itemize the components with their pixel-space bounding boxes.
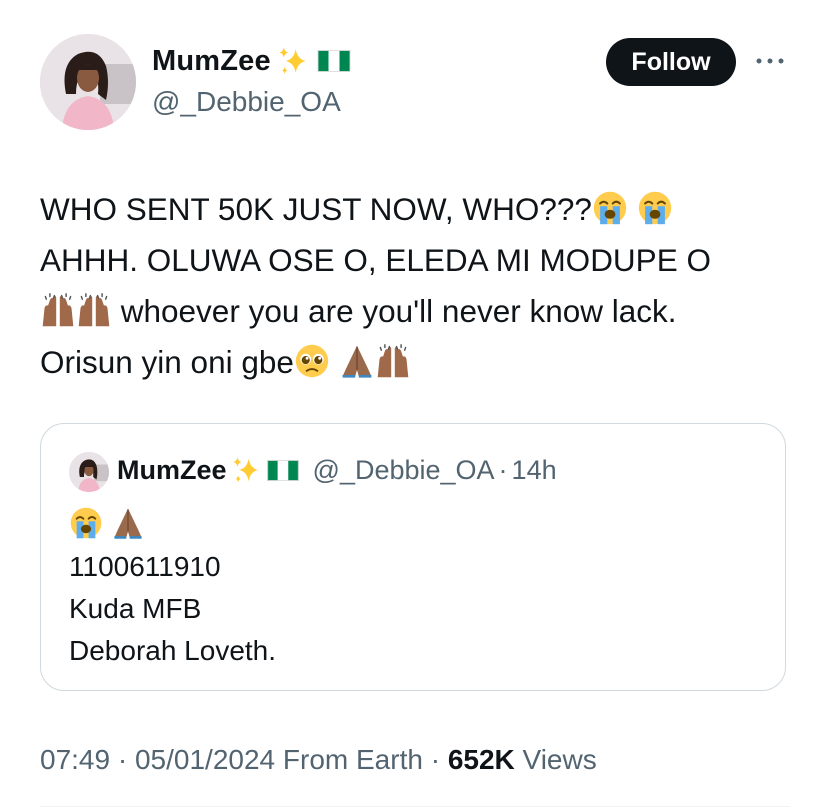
tweet-line-3-text: whoever you are you'll never know lack. [112, 293, 677, 329]
quoted-separator: · [498, 454, 508, 485]
quoted-tweet-card[interactable]: MumZee @_Debbie_OA · 14h 1100611910 Kuda… [40, 423, 786, 691]
quoted-display-name[interactable]: MumZee [117, 455, 227, 486]
divider [40, 806, 790, 807]
follow-button[interactable]: Follow [606, 38, 736, 86]
views-label: Views [514, 744, 597, 775]
loudly-crying-face-icon [637, 190, 673, 226]
author-handle[interactable]: @_Debbie_OA [152, 86, 341, 118]
nigeria-flag-icon [317, 50, 351, 72]
tweet-line-3: whoever you are you'll never know lack. [40, 286, 800, 337]
nigeria-flag-icon [267, 460, 299, 481]
folded-hands-icon [111, 506, 145, 540]
folded-hands-icon [339, 343, 375, 379]
quoted-account-name: Deborah Loveth. [69, 635, 277, 666]
raising-hands-icon [375, 343, 411, 379]
views-count[interactable]: 652K [448, 744, 515, 775]
raising-hands-icon [40, 292, 76, 328]
meta-separator: · [110, 744, 135, 775]
tweet-line-4: Orisun yin oni gbe [40, 337, 800, 388]
author-avatar[interactable] [40, 34, 136, 130]
sparkles-icon [277, 44, 311, 78]
quoted-emoji-line [69, 504, 276, 546]
quoted-account-number: 1100611910 [69, 551, 221, 582]
loudly-crying-face-icon [69, 506, 103, 540]
tweet-line-2: AHHH. OLUWA OSE O, ELEDA MI MODUPE O [40, 242, 711, 278]
meta-separator-2: · [422, 744, 448, 775]
tweet-time[interactable]: 07:49 [40, 744, 110, 775]
author-name-row: MumZee [152, 44, 351, 78]
tweet-date[interactable]: 05/01/2024 [135, 744, 275, 775]
quoted-timestamp[interactable]: 14h [512, 455, 557, 486]
tweet-text: WHO SENT 50K JUST NOW, WHO??? AHHH. OLUW… [40, 184, 800, 388]
tweet-line-1-text: WHO SENT 50K JUST NOW, WHO??? [40, 191, 592, 227]
raising-hands-icon [76, 292, 112, 328]
quoted-header: MumZee @_Debbie_OA · 14h [117, 454, 557, 486]
loudly-crying-face-icon [592, 190, 628, 226]
pleading-face-icon [294, 343, 330, 379]
tweet-source: From Earth [275, 744, 423, 775]
sparkles-icon [231, 454, 263, 486]
tweet-line-1: WHO SENT 50K JUST NOW, WHO??? [40, 184, 800, 235]
author-display-name[interactable]: MumZee [152, 45, 271, 78]
quoted-handle[interactable]: @_Debbie_OA [313, 455, 495, 486]
tweet-meta: 07:49 · 05/01/2024 From Earth · 652K Vie… [40, 744, 597, 776]
quoted-bank: Kuda MFB [69, 593, 202, 624]
more-options-icon[interactable] [752, 46, 788, 76]
quoted-author-avatar[interactable] [69, 452, 109, 492]
quoted-body: 1100611910 Kuda MFB Deborah Loveth. [69, 504, 276, 672]
tweet-line-4-text: Orisun yin oni gbe [40, 344, 294, 380]
